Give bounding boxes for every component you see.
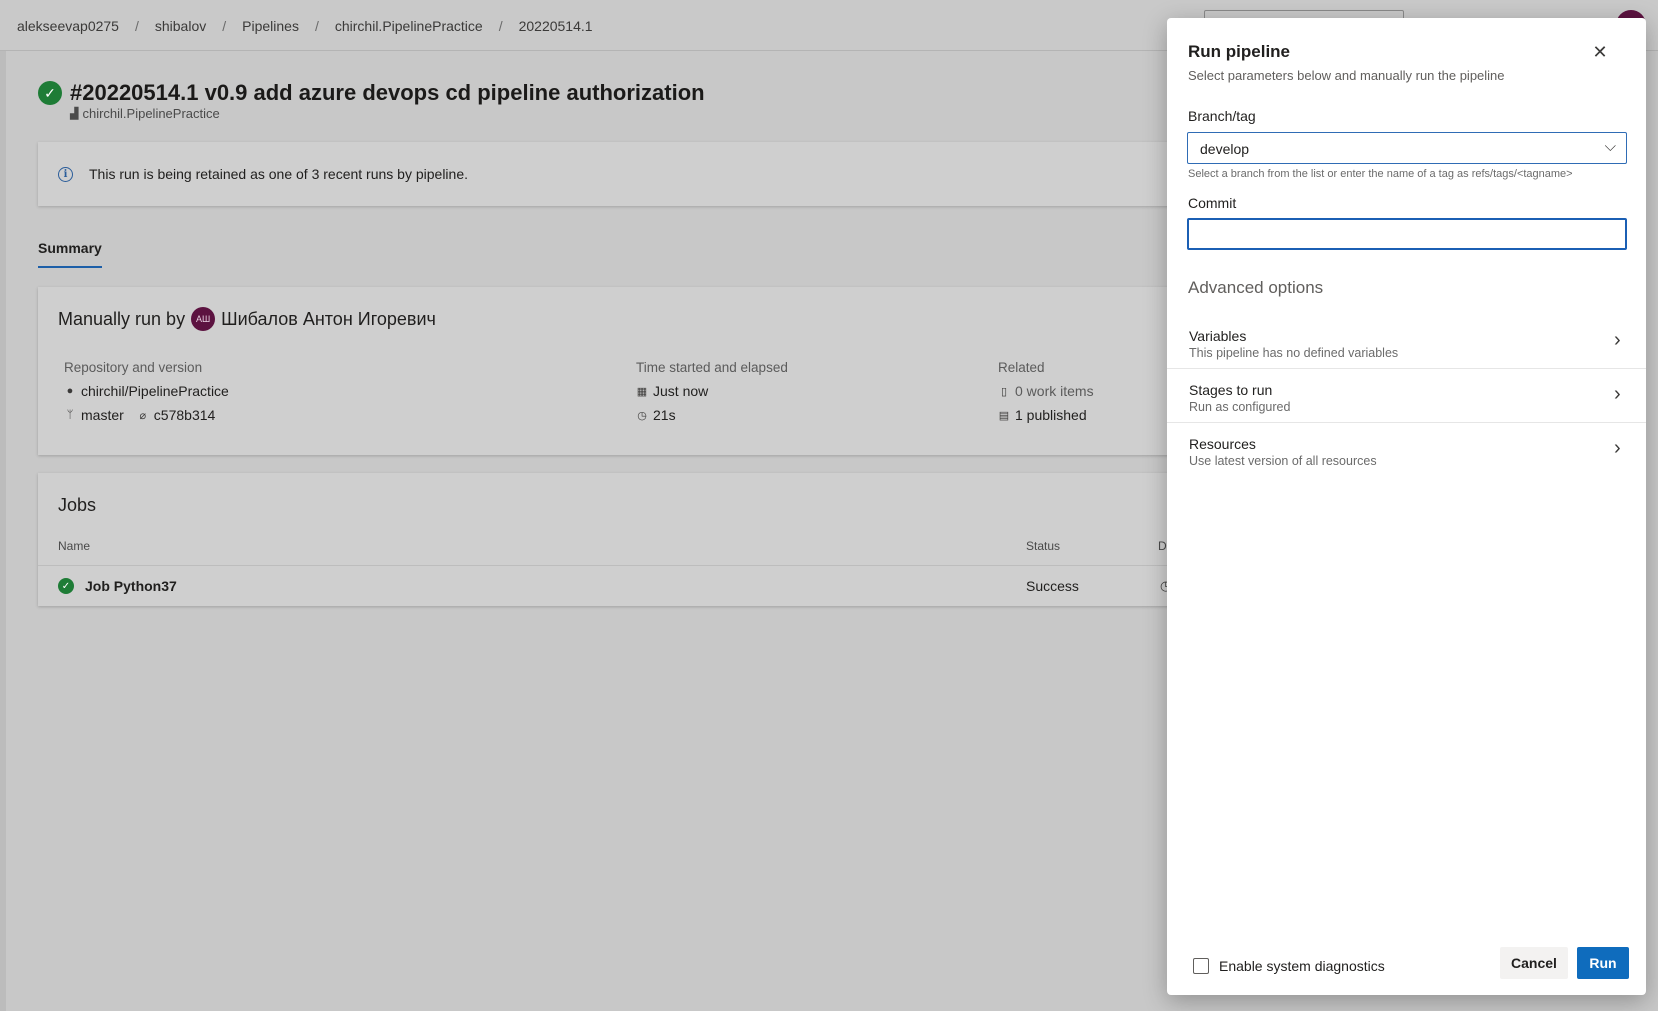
option-desc: Use latest version of all resources (1189, 454, 1377, 468)
left-rail (0, 51, 6, 1011)
advanced-options-title: Advanced options (1188, 278, 1324, 297)
table-row[interactable]: ✓ Job Python37 Success ◷ (38, 565, 1178, 606)
repo-header: Repository and version (64, 360, 203, 375)
manual-run-by: Manually run by АШ Шибалов Антон Игореви… (58, 307, 436, 331)
dialog-subtitle: Select parameters below and manually run… (1188, 68, 1505, 83)
breadcrumb-run[interactable]: 20220514.1 (519, 18, 593, 34)
related-column: Related ▯ 0 work items ▤ 1 published (998, 360, 1094, 431)
branch-name[interactable]: master (81, 407, 124, 423)
commit-label: Commit (1188, 195, 1237, 211)
commit-hash[interactable]: c578b314 (154, 407, 216, 423)
work-items-value: 0 work items (1015, 383, 1094, 399)
elapsed-value: 21s (653, 407, 676, 423)
success-check-icon: ✓ (58, 578, 74, 594)
version-line: ᛘ master ⌀ c578b314 (64, 407, 229, 423)
started-value: Just now (653, 383, 709, 399)
run-pipeline-dialog: Run pipeline Select parameters below and… (1167, 18, 1646, 995)
close-icon[interactable]: ✕ (1588, 40, 1612, 64)
branch-hint: Select a branch from the list or enter t… (1188, 168, 1573, 180)
breadcrumb-separator: / (222, 18, 227, 34)
breadcrumb-project[interactable]: shibalov (155, 18, 206, 34)
clock-icon: ◷ (637, 409, 647, 422)
run-button[interactable]: Run (1577, 947, 1629, 979)
option-desc: This pipeline has no defined variables (1189, 346, 1399, 360)
tab-summary[interactable]: Summary (38, 240, 102, 268)
time-column: Time started and elapsed ▦ Just now ◷ 21… (636, 360, 788, 431)
summary-card: Manually run by АШ Шибалов Антон Игореви… (38, 287, 1178, 455)
breadcrumb-org[interactable]: alekseevap0275 (17, 18, 119, 34)
jobs-col-status: Status (1026, 539, 1061, 553)
option-title: Stages to run (1189, 382, 1273, 398)
diagnostics-checkbox[interactable] (1193, 958, 1209, 974)
success-check-icon: ✓ (38, 81, 62, 105)
branch-select-value: develop (1200, 141, 1250, 157)
chevron-right-icon: › (1614, 329, 1621, 351)
started-line: ▦ Just now (636, 383, 788, 399)
jobs-title: Jobs (58, 495, 97, 515)
clipboard-icon: ▯ (1000, 385, 1008, 398)
pipeline-icon: ▟ (70, 108, 79, 120)
info-icon: i (58, 166, 73, 182)
manual-run-prefix: Manually run by (58, 308, 186, 329)
work-items-line: ▯ 0 work items (998, 383, 1094, 399)
published-line[interactable]: ▤ 1 published (998, 407, 1094, 423)
time-header: Time started and elapsed (636, 360, 788, 375)
dialog-title: Run pipeline (1188, 42, 1290, 61)
breadcrumb: alekseevap0275 / shibalov / Pipelines / … (17, 18, 593, 34)
breadcrumb-separator: / (498, 18, 503, 34)
commit-icon: ⌀ (139, 409, 147, 422)
retention-banner: i This run is being retained as one of 3… (38, 142, 1178, 206)
branch-icon: ᛘ (66, 409, 74, 421)
breadcrumb-pipelines[interactable]: Pipelines (242, 18, 299, 34)
chevron-right-icon: › (1614, 437, 1621, 459)
artifact-icon: ▤ (998, 409, 1010, 422)
run-pipeline-link[interactable]: ▟ chirchil.PipelinePractice (70, 106, 220, 121)
option-title: Variables (1189, 328, 1247, 344)
option-desc: Run as configured (1189, 400, 1291, 414)
diagnostics-option[interactable]: Enable system diagnostics (1193, 958, 1385, 974)
retention-banner-text: This run is being retained as one of 3 r… (89, 166, 469, 182)
run-user-name[interactable]: Шибалов Антон Игоревич (221, 309, 436, 330)
repo-line[interactable]: ● chirchil/PipelinePractice (64, 383, 229, 399)
chevron-right-icon: › (1614, 383, 1621, 405)
breadcrumb-pipeline[interactable]: chirchil.PipelinePractice (335, 18, 483, 34)
chevron-down-icon: ⌵ (1604, 138, 1616, 155)
run-title: #20220514.1 v0.9 add azure devops cd pip… (70, 80, 705, 105)
option-title: Resources (1189, 436, 1256, 452)
option-variables[interactable]: Variables This pipeline has no defined v… (1167, 315, 1646, 369)
branch-select[interactable]: develop ⌵ (1187, 132, 1627, 164)
job-status: Success (1026, 578, 1079, 594)
branch-label: Branch/tag (1188, 108, 1256, 124)
published-value: 1 published (1015, 407, 1087, 423)
repo-name: chirchil/PipelinePractice (81, 383, 229, 399)
run-pipeline-name: chirchil.PipelinePractice (82, 106, 220, 121)
commit-input[interactable] (1187, 218, 1627, 250)
diagnostics-label: Enable system diagnostics (1219, 958, 1385, 974)
option-stages[interactable]: Stages to run Run as configured › (1167, 369, 1646, 423)
calendar-icon: ▦ (636, 385, 648, 398)
job-name: Job Python37 (85, 578, 177, 594)
breadcrumb-separator: / (134, 18, 139, 34)
option-resources[interactable]: Resources Use latest version of all reso… (1167, 423, 1646, 477)
jobs-col-name: Name (58, 539, 91, 553)
jobs-card: Jobs Name Status D ✓ Job Python37 Succes… (38, 473, 1178, 606)
github-icon: ● (66, 385, 74, 397)
repo-column: Repository and version ● chirchil/Pipeli… (64, 360, 229, 431)
breadcrumb-separator: / (314, 18, 319, 34)
jobs-col-duration: D (1158, 539, 1167, 553)
related-header: Related (998, 360, 1045, 375)
user-avatar-small: АШ (191, 307, 216, 331)
run-header: ✓ #20220514.1 v0.9 add azure devops cd p… (38, 80, 705, 106)
elapsed-line: ◷ 21s (636, 407, 788, 423)
cancel-button[interactable]: Cancel (1500, 947, 1568, 979)
